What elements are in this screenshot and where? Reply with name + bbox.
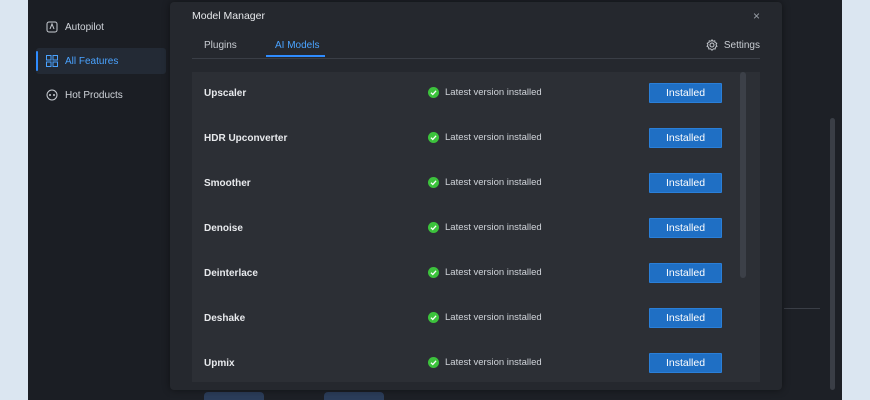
model-name: HDR Upconverter [204, 133, 288, 144]
sidebar-item-label: Autopilot [65, 21, 104, 33]
installed-button[interactable]: Installed [649, 128, 722, 148]
model-status: Latest version installed [428, 357, 542, 368]
divider [784, 308, 820, 309]
status-text: Latest version installed [445, 222, 542, 233]
status-text: Latest version installed [445, 267, 542, 278]
check-circle-icon [428, 177, 439, 188]
installed-button[interactable]: Installed [649, 263, 722, 283]
tab-ai-models[interactable]: AI Models [275, 40, 319, 51]
status-text: Latest version installed [445, 357, 542, 368]
installed-button[interactable]: Installed [649, 308, 722, 328]
page-scrollbar[interactable] [830, 118, 835, 390]
settings-button[interactable]: Settings [706, 39, 760, 51]
sidebar: Autopilot All Features Hot Products [28, 0, 170, 400]
sidebar-item-label: All Features [65, 55, 119, 67]
list-item: HDR Upconverter Latest version installed… [192, 117, 760, 162]
status-text: Latest version installed [445, 312, 542, 323]
status-text: Latest version installed [445, 177, 542, 188]
check-circle-icon [428, 357, 439, 368]
feature-thumbnail[interactable] [324, 392, 384, 400]
check-circle-icon [428, 312, 439, 323]
close-icon[interactable]: × [753, 9, 760, 23]
model-status: Latest version installed [428, 312, 542, 323]
model-status: Latest version installed [428, 87, 542, 98]
model-name: Smoother [204, 178, 251, 189]
model-status: Latest version installed [428, 177, 542, 188]
model-name: Upscaler [204, 88, 247, 99]
settings-label: Settings [723, 39, 760, 51]
installed-button[interactable]: Installed [649, 173, 722, 193]
app-window: Autopilot All Features Hot Products Mode… [28, 0, 842, 400]
autopilot-icon [46, 21, 58, 33]
tab-bar: Plugins AI Models Settings [192, 38, 760, 59]
sidebar-item-autopilot[interactable]: Autopilot [36, 14, 166, 40]
model-name: Deinterlace [204, 268, 258, 279]
list-item: Upmix Latest version installed Installed [192, 342, 760, 382]
model-name: Upmix [204, 358, 235, 369]
hot-products-icon [46, 89, 58, 101]
sidebar-item-all-features[interactable]: All Features [36, 48, 166, 74]
list-item: Denoise Latest version installed Install… [192, 207, 760, 252]
model-status: Latest version installed [428, 222, 542, 233]
model-status: Latest version installed [428, 267, 542, 278]
sidebar-item-label: Hot Products [65, 89, 123, 101]
model-name: Deshake [204, 313, 246, 324]
check-circle-icon [428, 132, 439, 143]
grid-icon [46, 55, 58, 67]
tab-plugins[interactable]: Plugins [204, 40, 237, 51]
installed-button[interactable]: Installed [649, 218, 722, 238]
status-text: Latest version installed [445, 87, 542, 98]
list-item: Upscaler Latest version installed Instal… [192, 72, 760, 117]
list-item: Smoother Latest version installed Instal… [192, 162, 760, 207]
check-circle-icon [428, 267, 439, 278]
check-circle-icon [428, 87, 439, 98]
active-tab-indicator [266, 55, 325, 57]
model-status: Latest version installed [428, 132, 542, 143]
model-list: Upscaler Latest version installed Instal… [192, 72, 760, 382]
list-item: Deinterlace Latest version installed Ins… [192, 252, 760, 297]
sidebar-item-hot-products[interactable]: Hot Products [36, 82, 166, 108]
list-scrollbar[interactable] [740, 72, 746, 278]
status-text: Latest version installed [445, 132, 542, 143]
list-item: Deshake Latest version installed Install… [192, 297, 760, 342]
model-manager-dialog: Model Manager × Plugins AI Models Settin… [170, 2, 782, 390]
check-circle-icon [428, 222, 439, 233]
model-name: Denoise [204, 223, 243, 234]
feature-thumbnail[interactable] [204, 392, 264, 400]
dialog-title: Model Manager [192, 10, 265, 22]
gear-icon [706, 39, 718, 51]
installed-button[interactable]: Installed [649, 353, 722, 373]
installed-button[interactable]: Installed [649, 83, 722, 103]
